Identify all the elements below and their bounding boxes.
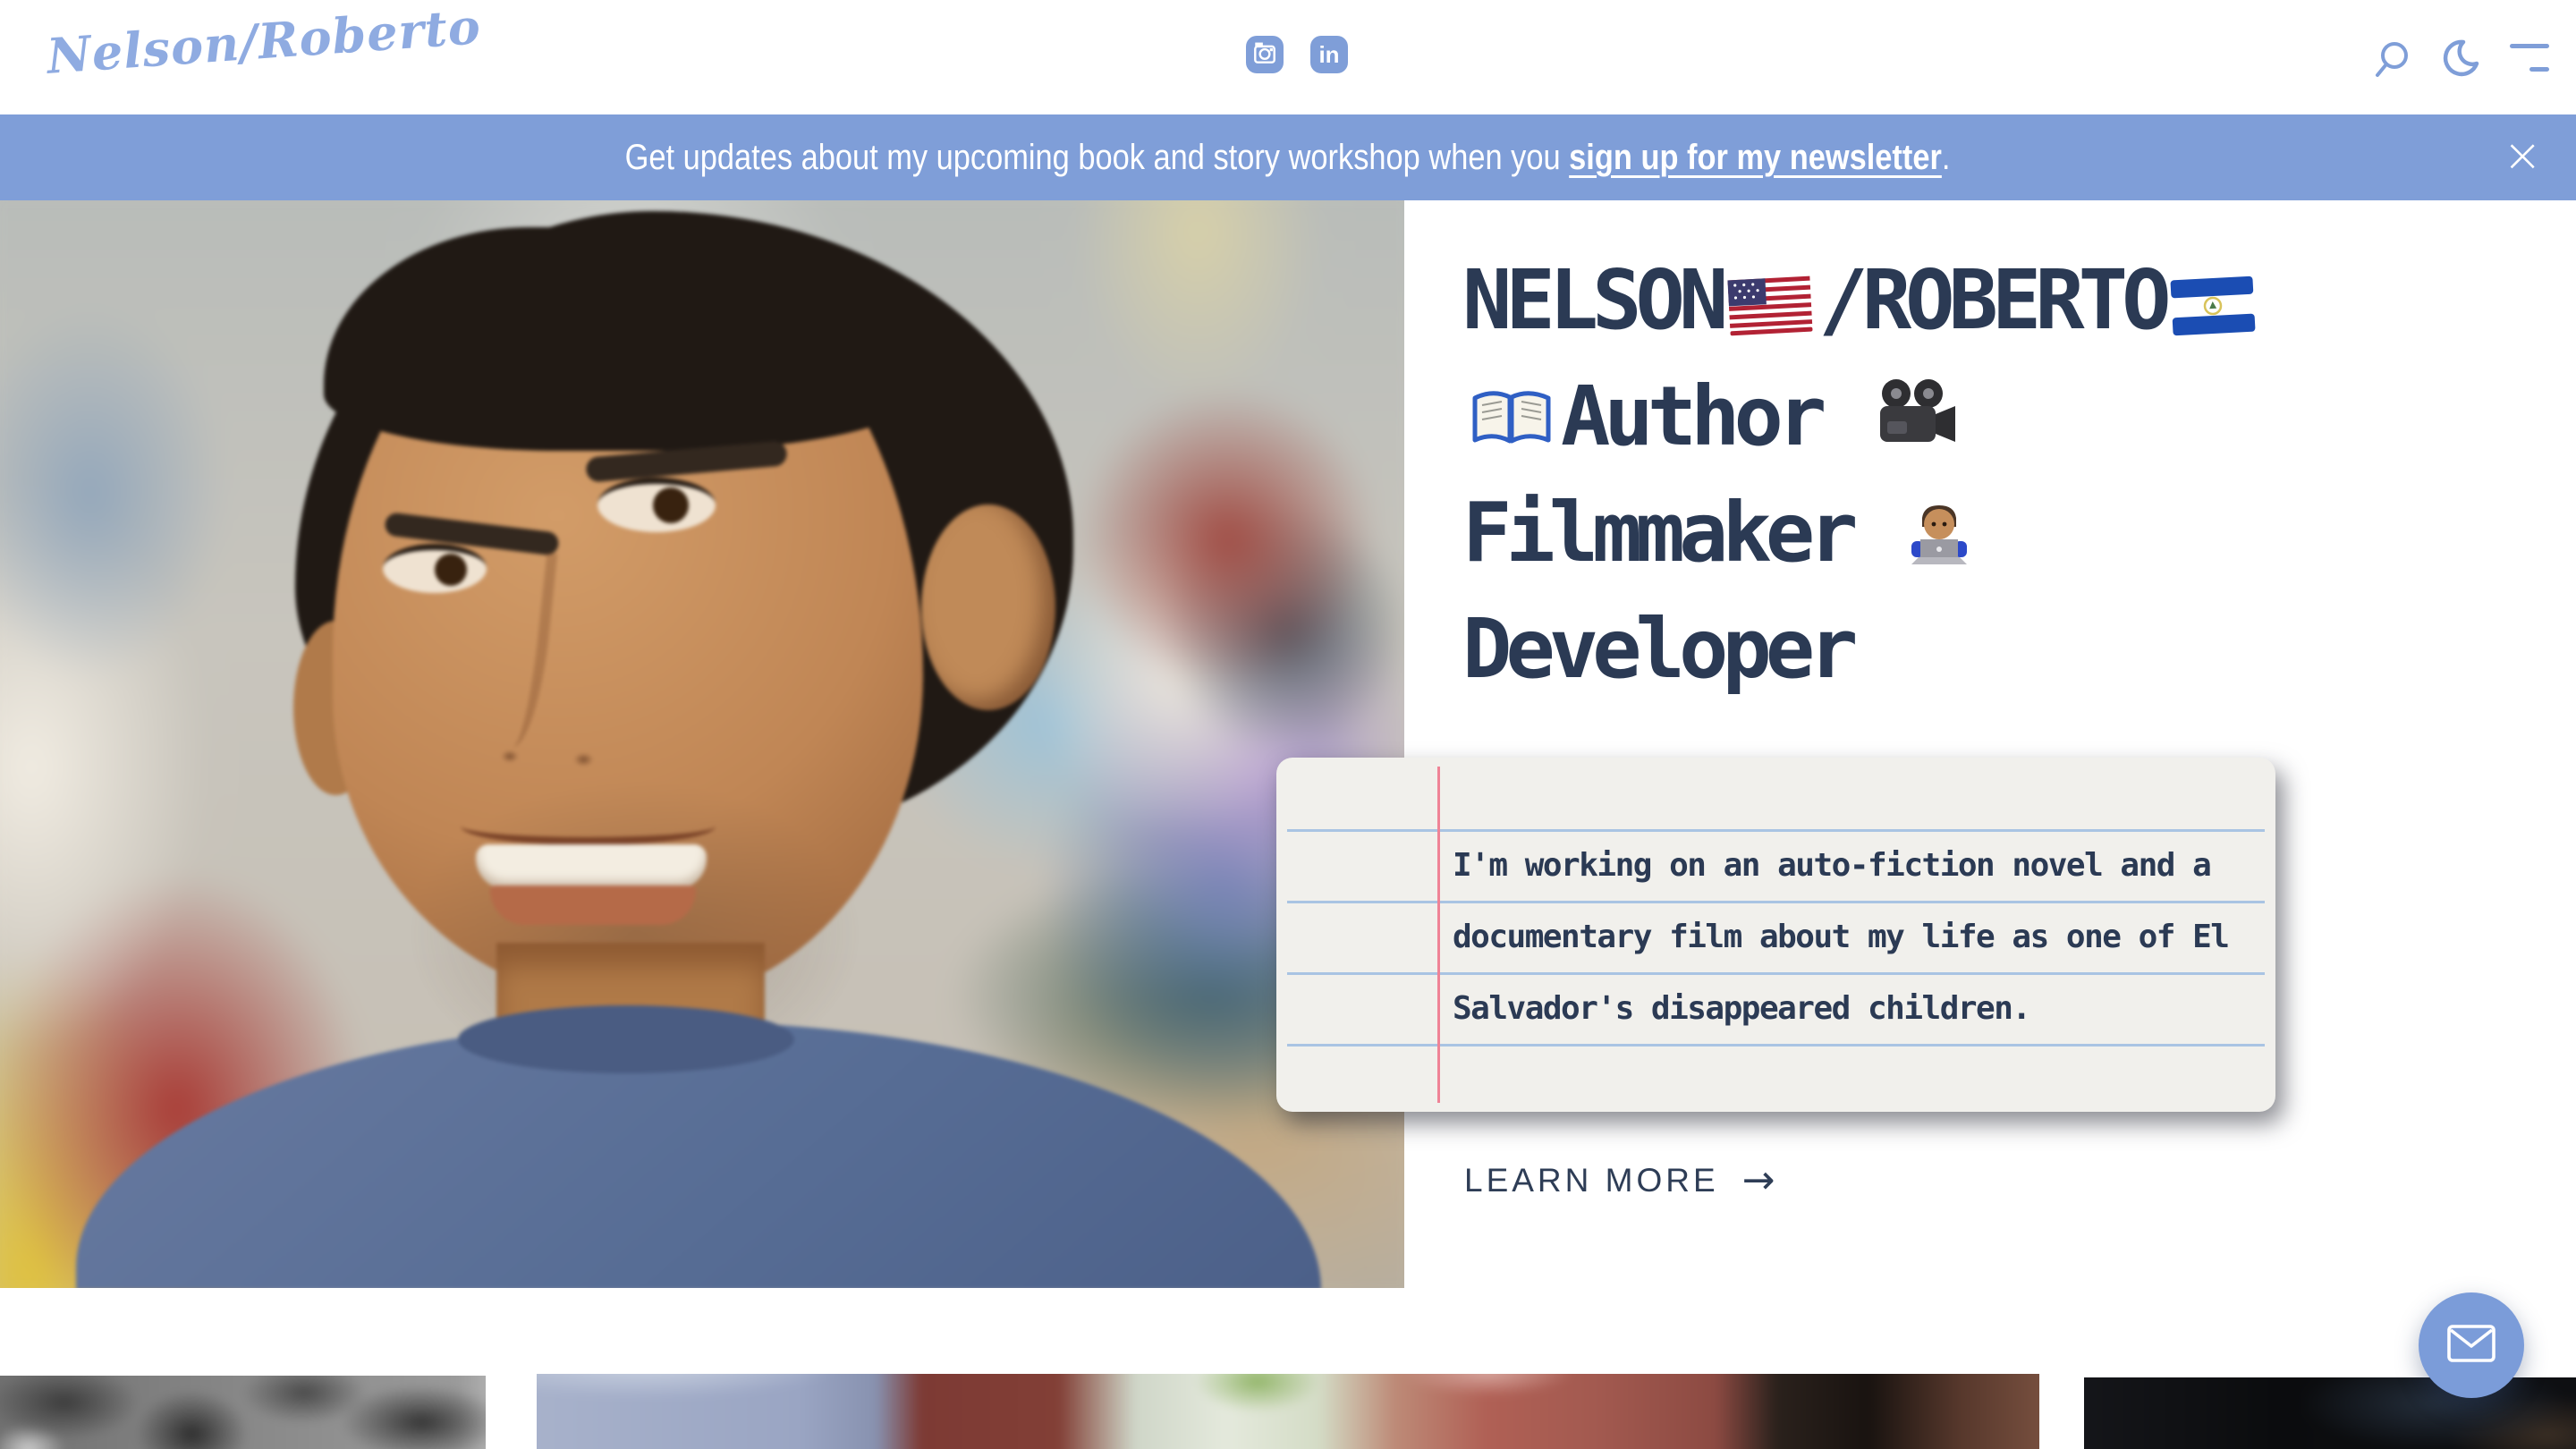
dark-mode-toggle[interactable] — [2436, 36, 2483, 87]
arrow-right-icon: → — [1742, 1157, 1775, 1203]
portrait-person — [0, 200, 1404, 1288]
movie-camera-icon — [1869, 372, 1959, 479]
hero-portrait-photo — [0, 200, 1404, 1288]
newsletter-banner: Get updates about my upcoming book and s… — [0, 114, 2576, 200]
note-card: I'm working on an auto-fiction novel and… — [1276, 758, 2275, 1112]
us-flag-icon — [1727, 256, 1813, 363]
headline-line-filmmaker: Filmmaker — [1462, 479, 2312, 596]
newsletter-signup-link[interactable]: sign up for my newsletter — [1570, 138, 1943, 177]
portrait-ear — [921, 504, 1055, 710]
portrait-hairline — [324, 227, 932, 451]
portrait-mouth — [490, 886, 696, 925]
headline-role-author: Author — [1561, 369, 1820, 464]
headline-role-filmmaker: Filmmaker — [1462, 485, 1852, 580]
logo[interactable]: Nelson/Roberto — [45, 0, 482, 85]
search-button[interactable] — [2371, 39, 2412, 85]
open-book-icon — [1468, 372, 1555, 479]
headline-name-right: /ROBERTO — [1818, 252, 2165, 348]
el-salvador-flag-icon — [2170, 256, 2256, 363]
gallery-image-right — [2084, 1377, 2576, 1449]
hero-headline: NELSON/ROBERTO Author Filmmaker Develope… — [1462, 247, 2312, 703]
instagram-icon — [1251, 39, 1278, 71]
header: Nelson/Roberto in — [0, 0, 2576, 114]
portrait-mouth — [461, 807, 716, 845]
banner-close-button[interactable]: × — [2503, 132, 2542, 179]
envelope-icon — [2446, 1324, 2496, 1368]
linkedin-button[interactable]: in — [1310, 36, 1348, 73]
headline-role-developer: Developer — [1462, 601, 1852, 697]
note-text-line: I'm working on an auto-fiction novel and… — [1453, 831, 2210, 902]
gallery-image-left — [0, 1376, 486, 1449]
linkedin-icon: in — [1318, 43, 1339, 66]
banner-message-suffix: . — [1942, 138, 1951, 177]
menu-button[interactable] — [2508, 39, 2551, 79]
portrait-collar — [458, 1005, 794, 1073]
gallery-image-middle — [537, 1374, 2039, 1449]
portrait-smile — [476, 844, 707, 889]
learn-more-label: LEARN MORE — [1464, 1162, 1719, 1199]
page: Nelson/Roberto in — [0, 0, 2576, 1449]
headline-line-names: NELSON/ROBERTO — [1462, 247, 2312, 363]
headline-line-author: Author — [1462, 363, 2312, 479]
banner-message-prefix: Get updates about my upcoming book and s… — [625, 138, 1570, 177]
portrait-eye — [383, 544, 487, 593]
social-links: in — [1246, 36, 1348, 73]
note-text-line: Salvador's disappeared children. — [1453, 974, 2030, 1046]
banner-message: Get updates about my upcoming book and s… — [625, 138, 1951, 178]
technologist-icon — [1901, 488, 1978, 596]
contact-fab-button[interactable] — [2419, 1292, 2524, 1398]
moon-icon — [2436, 71, 2483, 86]
search-icon — [2371, 69, 2412, 84]
instagram-button[interactable] — [1246, 36, 1284, 73]
learn-more-link[interactable]: LEARN MORE → — [1464, 1157, 1775, 1203]
close-icon: × — [2503, 129, 2542, 182]
headline-name-left: NELSON — [1462, 252, 1722, 348]
portrait-eye — [597, 478, 716, 532]
note-text-line: documentary film about my life as one of… — [1453, 902, 2228, 974]
headline-line-developer: Developer — [1462, 596, 2312, 703]
margin-line — [1437, 767, 1440, 1103]
